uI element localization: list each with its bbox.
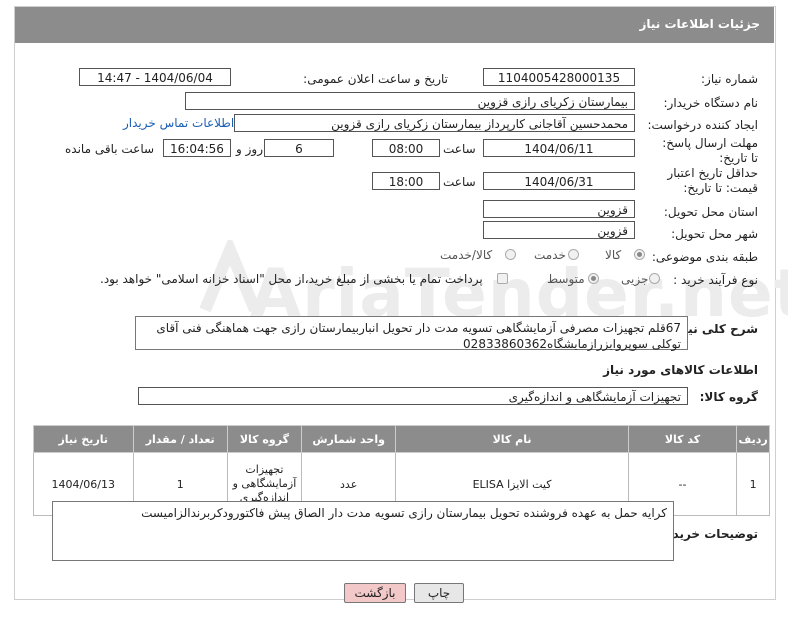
days-label: روز و: [236, 142, 263, 156]
col-header-unit: واحد شمارش: [300, 425, 397, 453]
goods-table-header: ردیف کد کالا نام کالا واحد شمارش گروه کا…: [33, 425, 770, 453]
price-time-label: ساعت: [443, 175, 476, 189]
process-type-label: نوع فرآیند خرید :: [673, 273, 758, 287]
category-label: طبقه بندی موضوعی:: [651, 250, 758, 264]
buyer-contact-link[interactable]: اطلاعات تماس خریدار: [123, 116, 234, 130]
category-option-goods-service: کالا/خدمت: [440, 248, 493, 262]
province-label: استان محل تحویل:: [663, 205, 758, 219]
days-remaining-field: 6: [264, 139, 334, 157]
remaining-time-label: ساعت باقی مانده: [65, 142, 155, 156]
price-validity-label: حداقل تاریخ اعتبار قیمت: تا تاریخ:: [667, 166, 758, 195]
category-radio-service[interactable]: [568, 249, 579, 260]
buyer-org-field: بیمارستان زکریای رازی قزوین: [185, 92, 635, 110]
reply-deadline-label: مهلت ارسال پاسخ: تا تاریخ:: [662, 136, 758, 165]
creator-field: محمدحسین آقاجانی کارپرداز بیمارستان زکری…: [234, 114, 635, 132]
treasury-payment-note: پرداخت تمام یا بخشی از مبلغ خرید،از محل …: [100, 272, 483, 286]
col-header-code: کد کالا: [627, 425, 738, 453]
buyer-org-label: نام دستگاه خریدار:: [663, 96, 759, 110]
price-validity-time-field: 18:00: [372, 172, 440, 190]
need-number-field: 1104005428000135: [483, 68, 635, 86]
category-option-goods: کالا: [605, 248, 622, 262]
process-radio-medium[interactable]: [588, 273, 599, 284]
need-number-label: شماره نیاز:: [701, 72, 758, 86]
col-header-qty: تعداد / مقدار: [132, 425, 228, 453]
province-field: قزوین: [483, 200, 635, 218]
col-header-date: تاریخ نیاز: [33, 425, 134, 453]
city-field: قزوین: [483, 221, 635, 239]
process-option-medium: متوسط: [547, 272, 585, 286]
category-radio-goods[interactable]: [634, 249, 645, 260]
remaining-time-field: 16:04:56: [163, 139, 231, 157]
back-button[interactable]: بازگشت: [344, 583, 406, 603]
treasury-payment-checkbox[interactable]: [497, 273, 508, 284]
reply-time-field: 08:00: [372, 139, 440, 157]
category-option-service: خدمت: [534, 248, 566, 262]
col-header-row: ردیف: [736, 425, 770, 453]
process-radio-minor[interactable]: [649, 273, 660, 284]
announce-datetime-label: تاریخ و ساعت اعلان عمومی:: [303, 72, 448, 86]
process-option-minor: جزیی: [621, 272, 649, 286]
price-validity-date-field: 1404/06/31: [483, 172, 635, 190]
goods-group-label: گروه کالا:: [699, 390, 758, 404]
announce-datetime-field: 1404/06/04 - 14:47: [79, 68, 231, 86]
cell-row: 1: [736, 452, 770, 516]
col-header-group: گروه کالا: [226, 425, 302, 453]
panel-title: جزئیات اطلاعات نیاز: [639, 17, 760, 31]
buyer-notes-textarea[interactable]: کرایه حمل به عهده فروشنده تحویل بیمارستا…: [52, 501, 674, 561]
reply-time-label: ساعت: [443, 142, 476, 156]
reply-date-field: 1404/06/11: [483, 139, 635, 157]
goods-info-title: اطلاعات کالاهای مورد نیاز: [603, 363, 758, 377]
category-radio-goods-service[interactable]: [505, 249, 516, 260]
col-header-name: نام کالا: [395, 425, 629, 453]
goods-group-field: تجهیزات آزمایشگاهی و اندازه‌گیری: [138, 387, 688, 405]
print-button[interactable]: چاپ: [414, 583, 464, 603]
description-textarea[interactable]: 67قلم تجهیزات مصرفی آزمایشگاهی تسویه مدت…: [135, 316, 688, 351]
creator-label: ایجاد کننده درخواست:: [647, 118, 758, 132]
city-label: شهر محل تحویل:: [671, 227, 758, 241]
